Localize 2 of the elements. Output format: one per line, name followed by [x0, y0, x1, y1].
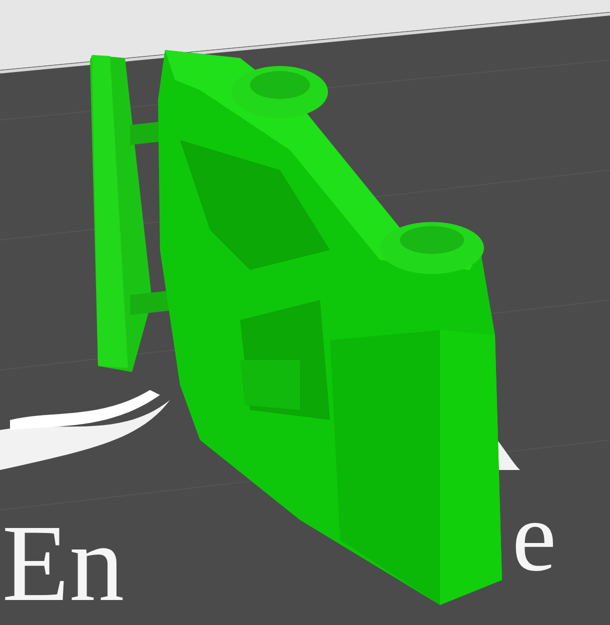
bed-logo-text: En: [2, 502, 124, 624]
bed-logo-text: e: [512, 481, 556, 592]
